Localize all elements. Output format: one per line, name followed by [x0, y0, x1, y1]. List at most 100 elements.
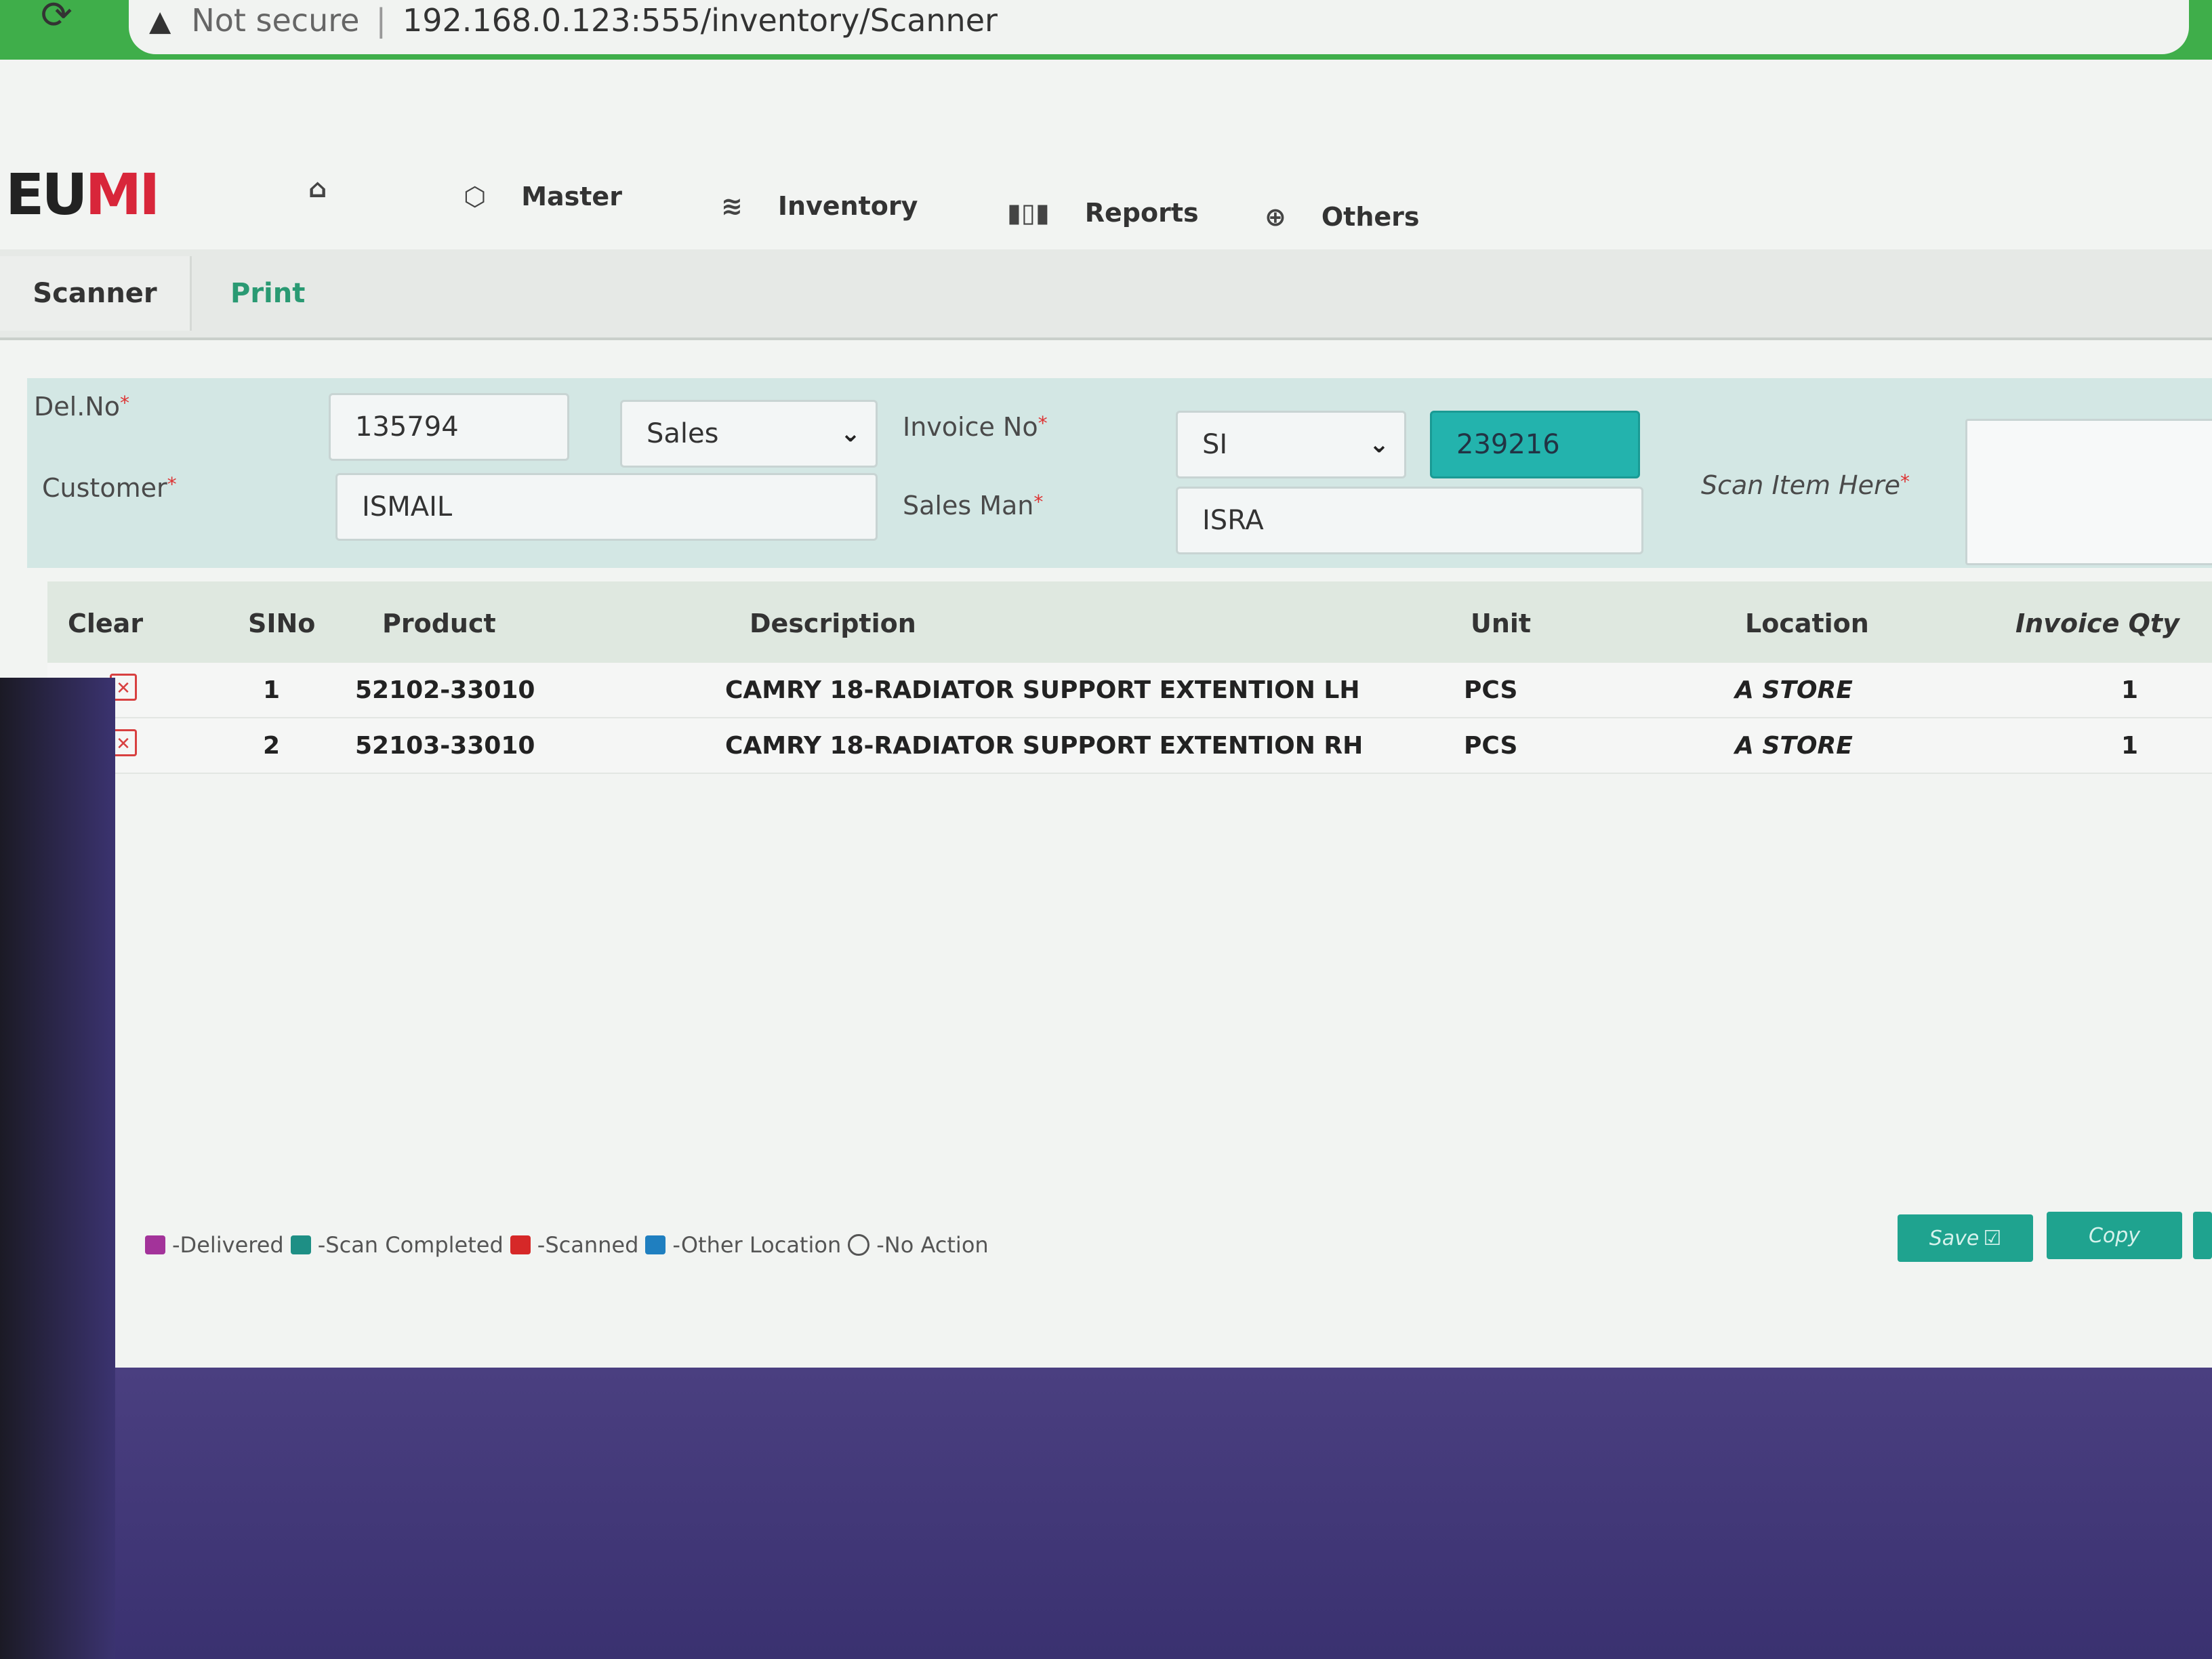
- customer-input[interactable]: ISMAIL: [335, 473, 878, 541]
- browser-toolbar: ⟳ ▲ Not secure | 192.168.0.123:555/inven…: [0, 0, 2212, 60]
- nav-master-label: Master: [521, 182, 622, 211]
- salesman-label-text: Sales Man: [903, 491, 1034, 520]
- not-secure-label[interactable]: Not secure: [191, 2, 359, 39]
- th-description: Description: [750, 609, 916, 638]
- no-action-swatch: [848, 1234, 870, 1256]
- legend-no-action-label: -No Action: [876, 1232, 989, 1258]
- nav-others[interactable]: ⊕ Others: [1265, 202, 1420, 232]
- home-icon: ⌂: [308, 173, 327, 203]
- cell-product: 52103-33010: [355, 732, 535, 760]
- cell-unit: PCS: [1464, 676, 1518, 704]
- layers-icon: ≋: [721, 191, 743, 221]
- extra-button[interactable]: [2193, 1212, 2212, 1259]
- required-mark: *: [167, 473, 177, 495]
- legend-other-location: -Other Location: [645, 1232, 841, 1258]
- globe-icon: ⊕: [1265, 202, 1286, 232]
- scanner-form: Del.No* 135794 Sales ⌄ Invoice No* SI ⌄ …: [27, 378, 2212, 568]
- scan-item-label-text: Scan Item Here: [1701, 470, 1900, 500]
- cell-qty: 1: [2121, 732, 2139, 760]
- nav-inventory[interactable]: ≋ Inventory: [721, 191, 918, 221]
- type-select-value: Sales: [647, 418, 719, 449]
- table-header: Clear SINo Product Description Unit Loca…: [47, 581, 2212, 663]
- nav-reports[interactable]: ▮▯▮ Reports: [1007, 198, 1199, 228]
- chevron-down-icon: ⌄: [1368, 430, 1389, 459]
- scanned-swatch: [510, 1235, 531, 1254]
- screen-bottom-area: [0, 1368, 2212, 1659]
- url-text[interactable]: 192.168.0.123:555/inventory/Scanner: [403, 2, 998, 39]
- required-mark: *: [1900, 470, 1910, 493]
- tab-print[interactable]: Print: [230, 256, 305, 331]
- logo-text-2: MI: [85, 161, 161, 228]
- legend-scan-completed: -Scan Completed: [290, 1232, 504, 1258]
- cell-qty: 1: [2121, 676, 2139, 704]
- nav-others-label: Others: [1321, 202, 1420, 232]
- scan-item-label: Scan Item Here*: [1701, 470, 1910, 500]
- th-location: Location: [1745, 609, 1869, 638]
- customer-label: Customer*: [42, 473, 177, 503]
- customer-label-text: Customer: [42, 473, 167, 503]
- reload-icon[interactable]: ⟳: [41, 0, 73, 37]
- other-location-swatch: [645, 1235, 666, 1254]
- cell-sino: 2: [263, 732, 281, 760]
- required-mark: *: [1038, 412, 1048, 434]
- invoice-no-label-text: Invoice No: [903, 412, 1038, 442]
- cell-unit: PCS: [1464, 732, 1518, 760]
- salesman-label: Sales Man*: [903, 491, 1043, 520]
- tab-bar: Scanner Print: [0, 249, 2212, 340]
- salesman-input[interactable]: ISRA: [1176, 487, 1643, 554]
- th-invoice-qty: Invoice Qty: [2015, 609, 2179, 638]
- invoice-prefix-value: SI: [1202, 429, 1228, 460]
- nav-home[interactable]: ⌂: [308, 173, 362, 203]
- bar-chart-icon: ▮▯▮: [1007, 198, 1050, 228]
- legend-no-action: -No Action: [848, 1232, 989, 1258]
- save-button-label: Save: [1929, 1226, 1980, 1250]
- invoice-number-input[interactable]: 239216: [1430, 411, 1640, 478]
- address-bar[interactable]: ⟳ ▲ Not secure | 192.168.0.123:555/inven…: [41, 0, 2189, 54]
- th-unit: Unit: [1471, 609, 1532, 638]
- cube-icon: ⬡: [464, 182, 487, 211]
- cell-location: A STORE: [1735, 732, 1853, 760]
- logo-text-1: EU: [5, 161, 88, 228]
- nav-reports-label: Reports: [1084, 198, 1199, 228]
- legend-delivered-label: -Delivered: [172, 1232, 284, 1258]
- legend-scan-completed-label: -Scan Completed: [317, 1232, 504, 1258]
- cell-location: A STORE: [1735, 676, 1853, 704]
- type-select[interactable]: Sales ⌄: [620, 400, 878, 468]
- invoice-no-label: Invoice No*: [903, 412, 1048, 442]
- nav-inventory-label: Inventory: [777, 191, 918, 221]
- cell-description: CAMRY 18-RADIATOR SUPPORT EXTENTION RH: [725, 732, 1364, 760]
- legend-scanned-label: -Scanned: [537, 1232, 639, 1258]
- chevron-down-icon: ⌄: [840, 419, 861, 448]
- legend-scanned: -Scanned: [510, 1232, 639, 1258]
- copy-button[interactable]: Copy: [2047, 1212, 2182, 1259]
- required-mark: *: [119, 392, 129, 414]
- save-button[interactable]: Save ☑: [1898, 1214, 2033, 1262]
- delivered-swatch: [145, 1235, 165, 1254]
- scan-completed-swatch: [290, 1235, 311, 1254]
- table-row: ✕ 1 52102-33010 CAMRY 18-RADIATOR SUPPOR…: [47, 663, 2212, 718]
- del-no-label: Del.No*: [34, 392, 129, 422]
- warning-icon[interactable]: ▲: [149, 4, 171, 37]
- status-legend: -Delivered -Scan Completed -Scanned -Oth…: [145, 1232, 996, 1258]
- app-logo[interactable]: EUMI: [5, 161, 161, 228]
- cell-product: 52102-33010: [355, 676, 535, 704]
- required-mark: *: [1033, 491, 1044, 513]
- legend-other-location-label: -Other Location: [672, 1232, 842, 1258]
- check-square-icon: ☑: [1983, 1226, 2002, 1250]
- screen-left-edge: [0, 678, 115, 1659]
- tab-scanner[interactable]: Scanner: [0, 256, 192, 331]
- scanned-items-table: Clear SINo Product Description Unit Loca…: [47, 581, 2212, 774]
- nav-master[interactable]: ⬡ Master: [464, 182, 622, 211]
- th-product: Product: [382, 609, 496, 638]
- top-nav: EUMI ⌂ ⬡ Master ≋ Inventory ▮▯▮ Reports …: [0, 100, 2212, 232]
- del-no-label-text: Del.No: [34, 392, 120, 422]
- table-row: ✕ 2 52103-33010 CAMRY 18-RADIATOR SUPPOR…: [47, 718, 2212, 774]
- invoice-prefix-select[interactable]: SI ⌄: [1176, 411, 1406, 478]
- url-separator: |: [375, 2, 386, 39]
- th-clear: Clear: [68, 609, 144, 638]
- th-sino: SINo: [248, 609, 316, 638]
- scan-item-input[interactable]: [1965, 419, 2212, 565]
- cell-description: CAMRY 18-RADIATOR SUPPORT EXTENTION LH: [725, 676, 1360, 704]
- del-no-input[interactable]: 135794: [329, 393, 569, 461]
- legend-delivered: -Delivered: [145, 1232, 284, 1258]
